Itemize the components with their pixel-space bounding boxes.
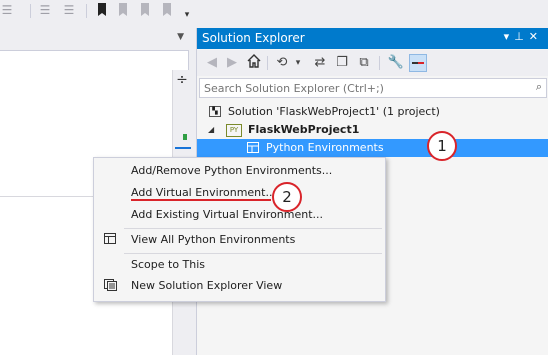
project-label: FlaskWebProject1 [248, 123, 360, 136]
annotation-badge-1: 1 [427, 131, 457, 161]
sync-icon[interactable]: ⇄ [311, 54, 329, 72]
left-pane-header: ▼ [0, 28, 190, 50]
menu-item-label: Scope to This [131, 258, 206, 271]
toolbar-separator [379, 56, 380, 70]
clear-bookmark-icon[interactable] [160, 3, 174, 17]
menu-item-scope-to-this[interactable]: Scope to This [94, 254, 385, 276]
tree-item-solution[interactable]: ▚ Solution 'FlaskWebProject1' (1 project… [197, 103, 548, 121]
tree-item-python-environments[interactable]: Python Environments [197, 139, 548, 157]
menu-item-add-existing-virtual-environment[interactable]: Add Existing Virtual Environment... [94, 204, 385, 226]
solution-label: Solution 'FlaskWebProject1' (1 project) [228, 105, 440, 118]
window-menu-icon[interactable]: ▾ [504, 30, 515, 43]
home-icon[interactable] [245, 54, 263, 72]
close-icon[interactable]: ✕ [529, 30, 543, 43]
next-bookmark-icon[interactable] [138, 3, 152, 17]
menu-item-label: View All Python Environments [131, 233, 296, 246]
python-project-icon: PY [226, 124, 242, 137]
menu-item-view-all-environments[interactable]: View All Python Environments [94, 229, 385, 251]
toolbar-overflow-icon[interactable]: ▾ [180, 8, 194, 22]
search-icon[interactable]: ⌕ [536, 80, 542, 94]
outdent-icon[interactable]: ☰ [62, 3, 76, 17]
solution-explorer-title-bar: Solution Explorer ▾⊥✕ [197, 28, 548, 49]
environments-icon [247, 142, 259, 153]
menu-item-new-solution-explorer-view[interactable]: New Solution Explorer View [94, 275, 385, 297]
split-handle-icon[interactable]: ÷ [173, 72, 191, 88]
menu-item-label: New Solution Explorer View [131, 279, 283, 292]
dropdown-arrow-icon[interactable]: ▼ [177, 32, 184, 42]
toolbar-separator [267, 56, 268, 70]
pending-changes-dropdown-icon[interactable]: ▾ [289, 54, 307, 72]
solution-explorer-toolbar: ◀ ▶ ⟲ ▾ ⇄ ❐ ⧉ 🔧 [197, 50, 548, 76]
toolbar-separator [30, 4, 31, 18]
pin-icon[interactable]: ⊥ [514, 30, 529, 43]
prev-bookmark-icon[interactable] [116, 3, 130, 17]
caret-marker [175, 147, 191, 149]
change-marker [183, 134, 187, 140]
properties-icon[interactable]: 🔧 [387, 54, 405, 72]
menu-item-add-remove-environments[interactable]: Add/Remove Python Environments... [94, 160, 385, 182]
annotation-underline [131, 199, 271, 201]
main-toolbar: ☰ ☰ ☰ ▾ [0, 0, 196, 26]
environments-icon [103, 233, 117, 247]
context-menu: Add/Remove Python Environments... Add Vi… [93, 157, 386, 302]
expanded-chevron-icon[interactable]: ◢ [208, 121, 214, 139]
bookmark-icon[interactable] [95, 3, 109, 17]
new-view-icon [103, 279, 117, 293]
show-all-files-icon[interactable]: ⧉ [355, 54, 373, 72]
title-buttons[interactable]: ▾⊥✕ [504, 30, 543, 43]
back-icon[interactable]: ◀ [203, 54, 221, 72]
preview-selected-icon[interactable] [409, 54, 427, 72]
solution-icon: ▚ [209, 106, 221, 117]
environments-label: Python Environments [266, 141, 384, 154]
tree-item-project[interactable]: ◢ PY FlaskWebProject1 [197, 121, 548, 139]
align-icon[interactable]: ☰ [0, 3, 14, 17]
search-box[interactable]: ⌕ [199, 78, 547, 98]
navigation-combo[interactable] [0, 50, 189, 71]
panel-title: Solution Explorer [202, 31, 305, 45]
collapse-all-icon[interactable]: ❐ [333, 54, 351, 72]
search-input[interactable] [200, 79, 514, 97]
indent-icon[interactable]: ☰ [38, 3, 52, 17]
toolbar-separator [86, 4, 87, 18]
menu-item-label: Add/Remove Python Environments... [131, 164, 333, 177]
annotation-badge-2: 2 [272, 182, 302, 212]
forward-icon[interactable]: ▶ [223, 54, 241, 72]
